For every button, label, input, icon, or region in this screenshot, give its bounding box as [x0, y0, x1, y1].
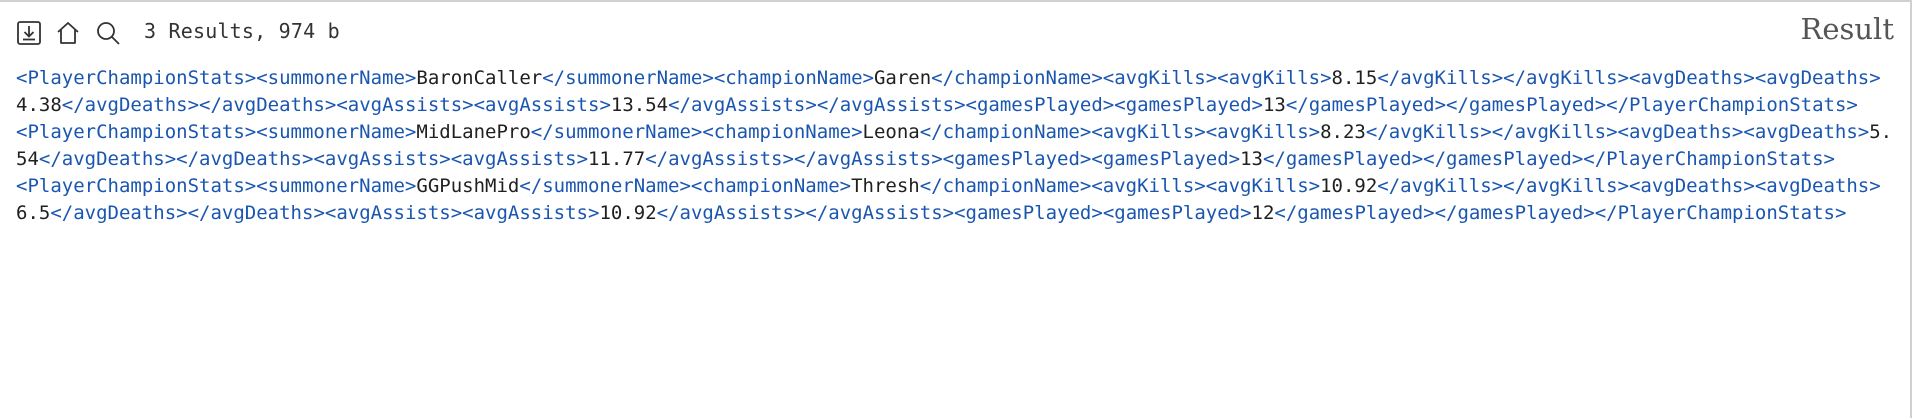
- xml-value: BaronCaller: [416, 67, 543, 89]
- home-icon[interactable]: [53, 18, 83, 48]
- xml-value: Garen: [873, 67, 932, 89]
- xml-value: 10.92: [599, 202, 657, 224]
- xml-tag: <championName>: [690, 175, 852, 197]
- xml-tag: <championName>: [713, 67, 874, 89]
- xml-tag: <avgKills>: [1091, 121, 1206, 143]
- xml-tag: </PlayerChampionStats>: [1583, 148, 1835, 170]
- xml-tag: <PlayerChampionStats>: [16, 121, 257, 143]
- xml-value: 13.54: [610, 94, 669, 116]
- xml-tag: </summonerName>: [519, 175, 691, 197]
- xml-tag: <avgDeaths>: [1754, 175, 1881, 197]
- xml-value: 13: [1262, 94, 1286, 116]
- xml-value: 8.23: [1320, 121, 1366, 143]
- xml-tag: <avgAssists>: [450, 148, 589, 170]
- xml-value: 12: [1251, 202, 1275, 224]
- xml-record: <PlayerChampionStats><summonerName>MidLa…: [16, 119, 1896, 173]
- xml-tag: <avgDeaths>: [1743, 121, 1870, 143]
- xml-tag: <avgDeaths>: [1754, 67, 1881, 89]
- xml-tag: </gamesPlayed>: [1274, 202, 1435, 224]
- xml-tag: </avgKills>: [1377, 67, 1504, 89]
- xml-tag: <avgAssists>: [324, 202, 463, 224]
- xml-tag: <avgAssists>: [336, 94, 474, 116]
- xml-value: 4.38: [16, 94, 62, 116]
- xml-tag: </PlayerChampionStats>: [1594, 202, 1847, 224]
- xml-tag: <gamesPlayed>: [1114, 94, 1263, 116]
- xml-tag: </summonerName>: [542, 67, 714, 89]
- xml-tag: <avgKills>: [1205, 121, 1321, 143]
- xml-value: 6.5: [16, 202, 51, 224]
- xml-tag: <avgKills>: [1217, 67, 1332, 89]
- result-panel: 3 Results, 974 b Result <PlayerChampionS…: [0, 0, 1912, 418]
- xml-tag: </championName>: [931, 67, 1103, 89]
- xml-tag: </summonerName>: [530, 121, 703, 143]
- xml-tag: <PlayerChampionStats>: [16, 67, 257, 89]
- xml-tag: </avgAssists>: [793, 148, 943, 170]
- xml-value: GGPushMid: [416, 175, 520, 197]
- xml-tag: </gamesPlayed>: [1446, 94, 1607, 116]
- xml-tag: <avgAssists>: [462, 202, 600, 224]
- xml-tag: </avgAssists>: [645, 148, 794, 170]
- xml-tag: </avgKills>: [1503, 175, 1629, 197]
- xml-tag: <avgKills>: [1205, 175, 1321, 197]
- xml-tag: </avgAssists>: [668, 94, 817, 116]
- xml-value: 8.15: [1331, 67, 1378, 89]
- xml-tag: <gamesPlayed>: [1102, 202, 1252, 224]
- xml-tag: <gamesPlayed>: [1091, 148, 1241, 170]
- xml-value: 11.77: [588, 148, 646, 170]
- xml-tag: </avgAssists>: [816, 94, 966, 116]
- xml-record: <PlayerChampionStats><summonerName>Baron…: [16, 65, 1896, 119]
- xml-tag: <avgKills>: [1091, 175, 1206, 197]
- xml-tag: </avgDeaths>: [176, 148, 314, 170]
- xml-tag: </avgKills>: [1503, 67, 1629, 89]
- xml-tag: <avgDeaths>: [1629, 67, 1755, 89]
- xml-tag: </gamesPlayed>: [1434, 202, 1595, 224]
- xml-tag: </avgDeaths>: [199, 94, 337, 116]
- xml-tag: <avgDeaths>: [1628, 175, 1755, 197]
- xml-tag: <summonerName>: [256, 121, 417, 143]
- xml-tag: <championName>: [702, 121, 863, 143]
- panel-title: Result: [1800, 12, 1895, 46]
- xml-value: 13: [1240, 148, 1263, 170]
- xml-tag: </avgDeaths>: [38, 148, 177, 170]
- xml-value: 10.92: [1320, 175, 1378, 197]
- xml-tag: </gamesPlayed>: [1423, 148, 1584, 170]
- xml-tag: <avgAssists>: [473, 94, 611, 116]
- xml-tag: </avgAssists>: [805, 202, 955, 224]
- xml-tag: <summonerName>: [256, 67, 417, 89]
- xml-tag: </gamesPlayed>: [1285, 94, 1447, 116]
- download-icon[interactable]: [14, 18, 44, 48]
- xml-tag: </championName>: [919, 121, 1092, 143]
- xml-tag: </avgKills>: [1365, 121, 1492, 143]
- result-toolbar: 3 Results, 974 b Result: [0, 2, 1910, 60]
- xml-tag: <PlayerChampionStats>: [16, 175, 257, 197]
- xml-tag: <gamesPlayed>: [965, 94, 1115, 116]
- xml-value: MidLanePro: [416, 121, 531, 143]
- xml-tag: <avgKills>: [1102, 67, 1218, 89]
- xml-tag: </gamesPlayed>: [1262, 148, 1424, 170]
- xml-value: Leona: [862, 121, 920, 143]
- xml-tag: <avgAssists>: [313, 148, 451, 170]
- xml-tag: <avgDeaths>: [1617, 121, 1744, 143]
- results-count: 3 Results, 974 b: [144, 19, 340, 43]
- xml-value: Thresh: [851, 175, 920, 197]
- xml-tag: </avgDeaths>: [61, 94, 200, 116]
- xml-tag: </avgDeaths>: [187, 202, 325, 224]
- search-icon[interactable]: [93, 18, 123, 48]
- xml-tag: </avgDeaths>: [50, 202, 188, 224]
- xml-record: <PlayerChampionStats><summonerName>GGPus…: [16, 173, 1896, 227]
- xml-tag: <summonerName>: [256, 175, 417, 197]
- xml-tag: <gamesPlayed>: [954, 202, 1103, 224]
- xml-tag: <gamesPlayed>: [942, 148, 1092, 170]
- xml-output: <PlayerChampionStats><summonerName>Baron…: [16, 65, 1896, 227]
- xml-tag: </avgKills>: [1491, 121, 1618, 143]
- xml-tag: </avgAssists>: [656, 202, 806, 224]
- xml-tag: </avgKills>: [1377, 175, 1504, 197]
- xml-tag: </championName>: [919, 175, 1092, 197]
- xml-tag: </PlayerChampionStats>: [1606, 94, 1858, 116]
